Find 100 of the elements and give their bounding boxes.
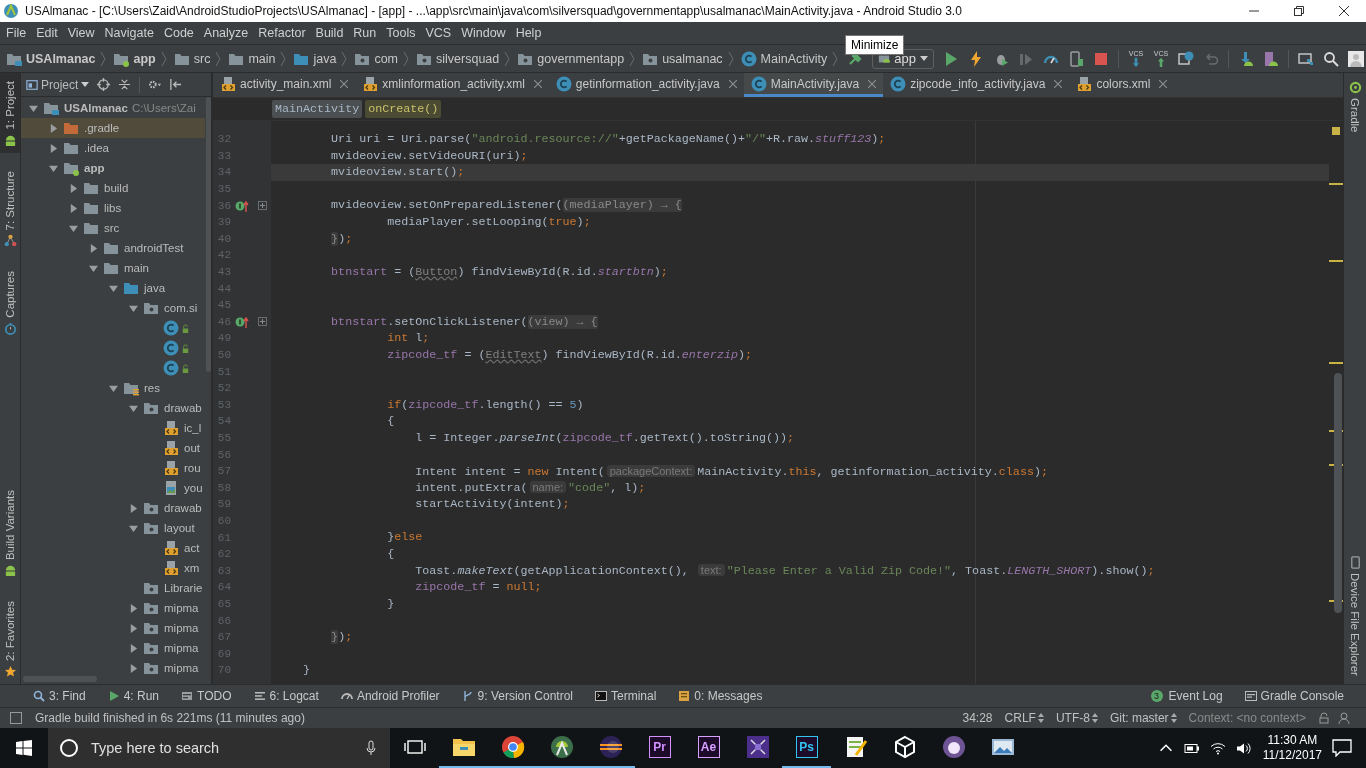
- scrollbar[interactable]: [206, 97, 211, 372]
- encoding-selector[interactable]: UTF-8: [1055, 711, 1098, 725]
- override-icon[interactable]: [235, 315, 249, 328]
- expand-arrow-icon[interactable]: [129, 663, 138, 673]
- tree-item[interactable]: androidTest: [21, 238, 205, 258]
- menu-item[interactable]: Navigate: [99, 26, 159, 40]
- tree-item[interactable]: act: [21, 538, 205, 558]
- lock-icon[interactable]: [1318, 712, 1330, 724]
- code-breadcrumb[interactable]: onCreate(): [365, 100, 442, 118]
- expand-arrow-icon[interactable]: [49, 143, 58, 153]
- expand-arrow-icon[interactable]: [69, 183, 78, 193]
- menu-item[interactable]: VCS: [420, 26, 457, 40]
- tool-window-button[interactable]: Gradle Console: [1244, 689, 1344, 703]
- collapse-all-icon[interactable]: [118, 78, 132, 91]
- tool-window-button[interactable]: TODO: [181, 689, 232, 703]
- settings-icon[interactable]: [148, 78, 162, 91]
- tool-window-tab[interactable]: Device File Explorer: [1348, 548, 1362, 684]
- expand-arrow-icon[interactable]: [129, 603, 138, 613]
- expand-arrow-icon[interactable]: [129, 623, 138, 633]
- tool-window-tab[interactable]: Build Variants: [0, 481, 20, 583]
- inspector-icon[interactable]: [1338, 712, 1350, 724]
- caret-position[interactable]: 34:28: [962, 711, 993, 725]
- tree-item[interactable]: mipma: [21, 658, 205, 674]
- tree-item[interactable]: res: [21, 378, 205, 398]
- battery-icon[interactable]: [1183, 741, 1200, 755]
- override-icon[interactable]: [235, 199, 249, 212]
- breadcrumb-item[interactable]: governmentapp: [515, 50, 627, 67]
- menu-item[interactable]: File: [1, 26, 32, 40]
- locate-icon[interactable]: [97, 78, 111, 91]
- editor-tab[interactable]: zipcode_info_activity.java: [883, 73, 1070, 97]
- close-icon[interactable]: [1159, 79, 1168, 88]
- tree-item[interactable]: out: [21, 438, 205, 458]
- device-button[interactable]: [1068, 49, 1084, 68]
- menu-item[interactable]: Code: [158, 26, 199, 40]
- apply-changes-button[interactable]: [968, 49, 984, 68]
- collapse-arrow-icon[interactable]: [129, 403, 138, 413]
- taskbar-app[interactable]: Ae: [684, 728, 733, 768]
- tree-item[interactable]: drawab: [21, 498, 205, 518]
- expand-arrow-icon[interactable]: [69, 203, 78, 213]
- tree-item[interactable]: Librarie: [21, 578, 205, 598]
- search-field[interactable]: Type here to search: [89, 739, 366, 757]
- editor-tab[interactable]: MainActivity.java: [743, 73, 884, 97]
- collapse-arrow-icon[interactable]: [49, 163, 58, 173]
- close-icon[interactable]: [868, 79, 877, 88]
- menu-item[interactable]: Build: [310, 26, 349, 40]
- clock-time[interactable]: 11:30 AM: [1267, 733, 1318, 748]
- search-button[interactable]: [1323, 49, 1339, 68]
- clock-date[interactable]: 11/12/2017: [1262, 748, 1322, 763]
- tool-window-tab[interactable]: Gradle: [1348, 73, 1362, 141]
- tree-item[interactable]: xm: [21, 558, 205, 578]
- taskbar-app[interactable]: Pr: [635, 728, 684, 768]
- breadcrumb-item[interactable]: com: [352, 50, 401, 67]
- tool-window-button[interactable]: 3 Event Log: [1150, 689, 1223, 703]
- tool-window-button[interactable]: 4: Run: [107, 689, 160, 703]
- expand-arrow-icon[interactable]: [129, 503, 138, 513]
- breadcrumb-item[interactable]: usalmanac: [640, 50, 725, 67]
- tree-item[interactable]: .idea: [21, 138, 205, 158]
- code-breadcrumb[interactable]: MainActivity: [272, 100, 363, 118]
- breadcrumb-item[interactable]: MainActivity: [738, 50, 830, 67]
- editor-tab[interactable]: xmlinformation_activity.xml: [355, 73, 549, 97]
- tree-item[interactable]: mipma: [21, 598, 205, 618]
- search-bar[interactable]: Type here to search: [48, 728, 390, 768]
- volume-icon[interactable]: [1235, 741, 1252, 755]
- breadcrumb-item[interactable]: src: [171, 50, 213, 67]
- tool-window-tab[interactable]: 1: Project: [0, 73, 20, 153]
- tree-item[interactable]: you: [21, 478, 205, 498]
- menu-item[interactable]: Analyze: [198, 26, 254, 40]
- menu-item[interactable]: Window: [456, 26, 511, 40]
- breadcrumb-item[interactable]: app: [111, 50, 158, 67]
- line-separator-selector[interactable]: CRLF: [1004, 711, 1044, 725]
- close-icon[interactable]: [728, 79, 737, 88]
- taskbar-app[interactable]: Ps: [782, 728, 831, 768]
- tool-window-button[interactable]: 3: Find: [33, 689, 86, 703]
- tool-window-button[interactable]: Android Profiler: [340, 689, 440, 703]
- menu-item[interactable]: Tools: [381, 26, 421, 40]
- expand-arrow-icon[interactable]: [49, 123, 58, 133]
- tree-item[interactable]: mipma: [21, 618, 205, 638]
- scrollbar[interactable]: [1334, 373, 1342, 613]
- tree-item[interactable]: mipma: [21, 638, 205, 658]
- breadcrumb-item[interactable]: java: [291, 50, 339, 67]
- menu-item[interactable]: Refactor: [253, 26, 311, 40]
- breadcrumb-item[interactable]: USAlmanac: [4, 50, 98, 67]
- tool-window-button[interactable]: 6: Logcat: [253, 689, 319, 703]
- notifications-icon[interactable]: [1332, 739, 1352, 757]
- editor-tab[interactable]: getinformation_activity.java: [548, 73, 744, 97]
- tool-window-tab[interactable]: Captures: [0, 263, 20, 341]
- tree-item[interactable]: ic_l: [21, 418, 205, 438]
- menu-item[interactable]: View: [62, 26, 100, 40]
- menu-item[interactable]: Run: [348, 26, 382, 40]
- tree-item[interactable]: drawab: [21, 398, 205, 418]
- tree-item[interactable]: app: [21, 158, 205, 178]
- tree-item[interactable]: java: [21, 278, 205, 298]
- collapse-arrow-icon[interactable]: [89, 263, 98, 273]
- menu-item[interactable]: Help: [510, 26, 547, 40]
- tree-item[interactable]: libs: [21, 198, 205, 218]
- collapse-arrow-icon[interactable]: [29, 103, 38, 113]
- editor-tab[interactable]: colors.xml: [1069, 73, 1175, 97]
- fold-icon[interactable]: [257, 201, 267, 211]
- run-button[interactable]: [943, 49, 959, 68]
- tree-item[interactable]: USAlmanac C:\Users\Zai: [21, 98, 205, 118]
